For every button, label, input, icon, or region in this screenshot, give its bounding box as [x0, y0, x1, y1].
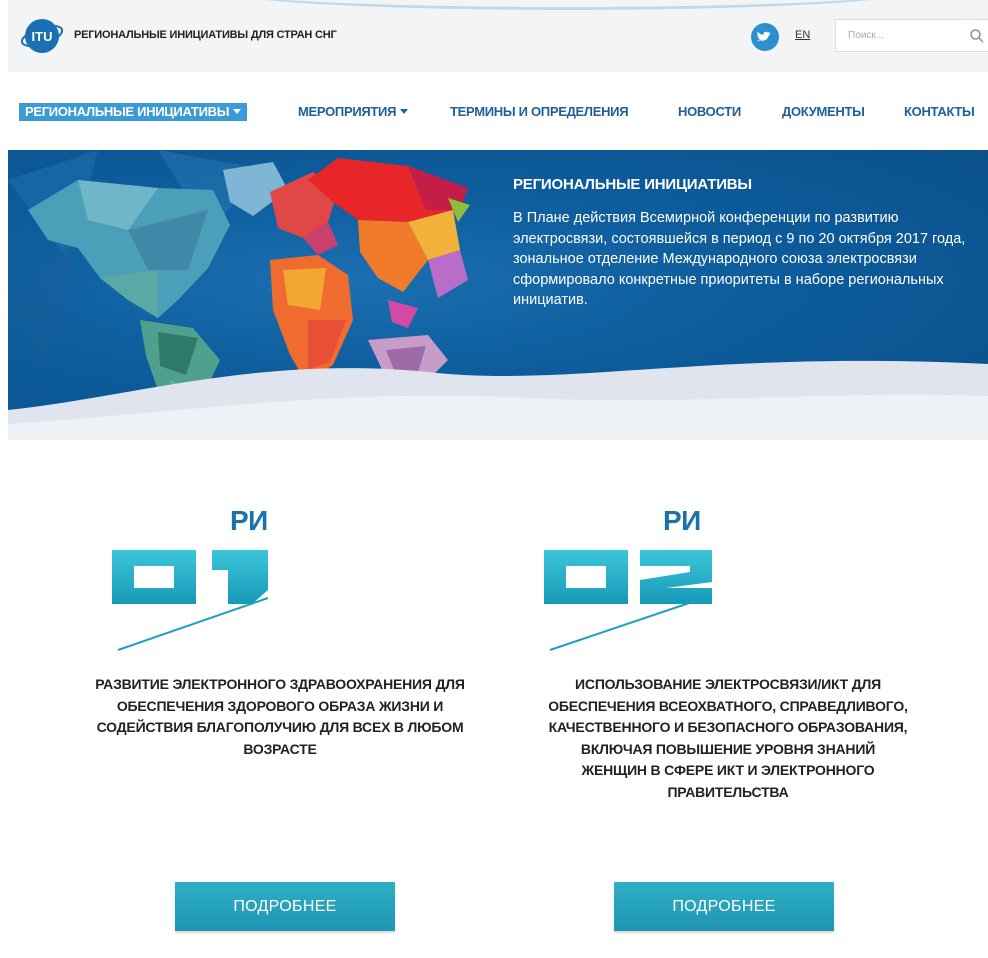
nav-item-label: ДОКУМЕНТЫ	[782, 104, 865, 119]
main-nav: РЕГИОНАЛЬНЫЕ ИНИЦИАТИВЫ МЕРОПРИЯТИЯ ТЕРМ…	[8, 72, 988, 150]
nav-item-label: ТЕРМИНЫ И ОПРЕДЕЛЕНИЯ	[450, 104, 629, 119]
nav-item-regional-initiatives[interactable]: РЕГИОНАЛЬНЫЕ ИНИЦИАТИВЫ	[19, 103, 248, 121]
initiative-label: РИ	[663, 505, 701, 536]
nav-item-events[interactable]: МЕРОПРИЯТИЯ	[298, 103, 409, 121]
top-header: ITU РЕГИОНАЛЬНЫЕ ИНИЦИАТИВЫ ДЛЯ СТРАН СН…	[8, 0, 988, 72]
search-input[interactable]	[836, 20, 961, 51]
hero-banner: РЕГИОНАЛЬНЫЕ ИНИЦИАТИВЫ В Плане действия…	[8, 150, 988, 440]
hero-title: РЕГИОНАЛЬНЫЕ ИНИЦИАТИВЫ	[513, 176, 752, 193]
initiative-number-graphic: 01	[112, 550, 269, 651]
itu-logo-icon[interactable]: ITU	[20, 16, 66, 56]
more-button-01[interactable]: ПОДРОБНЕЕ	[175, 882, 395, 931]
site-title[interactable]: РЕГИОНАЛЬНЫЕ ИНИЦИАТИВЫ ДЛЯ СТРАН СНГ	[74, 29, 337, 41]
initiative-description: ИСПОЛЬЗОВАНИЕ ЭЛЕКТРОСВЯЗИ/ИКТ ДЛЯ ОБЕСП…	[548, 676, 908, 800]
more-button-02[interactable]: ПОДРОБНЕЕ	[614, 882, 834, 931]
twitter-icon[interactable]	[751, 23, 779, 51]
logo-text: ITU	[32, 29, 53, 44]
search-box	[835, 19, 988, 52]
caret-down-icon	[233, 109, 242, 114]
nav-item-documents[interactable]: ДОКУМЕНТЫ	[782, 103, 865, 121]
nav-item-news[interactable]: НОВОСТИ	[678, 103, 741, 121]
search-icon[interactable]	[969, 28, 985, 44]
caret-down-icon	[400, 109, 409, 114]
hero-description: В Плане действия Всемирной конференции п…	[513, 210, 966, 308]
initiative-number-graphic: 02	[544, 550, 712, 651]
header-decor-arc	[218, 0, 918, 10]
nav-item-contacts[interactable]: КОНТАКТЫ	[904, 103, 975, 121]
nav-item-label: НОВОСТИ	[678, 104, 741, 119]
nav-item-terms[interactable]: ТЕРМИНЫ И ОПРЕДЕЛЕНИЯ	[450, 103, 629, 121]
initiative-description: РАЗВИТИЕ ЭЛЕКТРОННОГО ЗДРАВООХРАНЕНИЯ ДЛ…	[95, 676, 465, 757]
nav-item-label: КОНТАКТЫ	[904, 104, 975, 119]
nav-item-label: МЕРОПРИЯТИЯ	[298, 104, 397, 119]
nav-item-label: РЕГИОНАЛЬНЫЕ ИНИЦИАТИВЫ	[25, 104, 230, 119]
language-link[interactable]: EN	[795, 29, 810, 41]
initiative-label: РИ	[230, 505, 268, 536]
